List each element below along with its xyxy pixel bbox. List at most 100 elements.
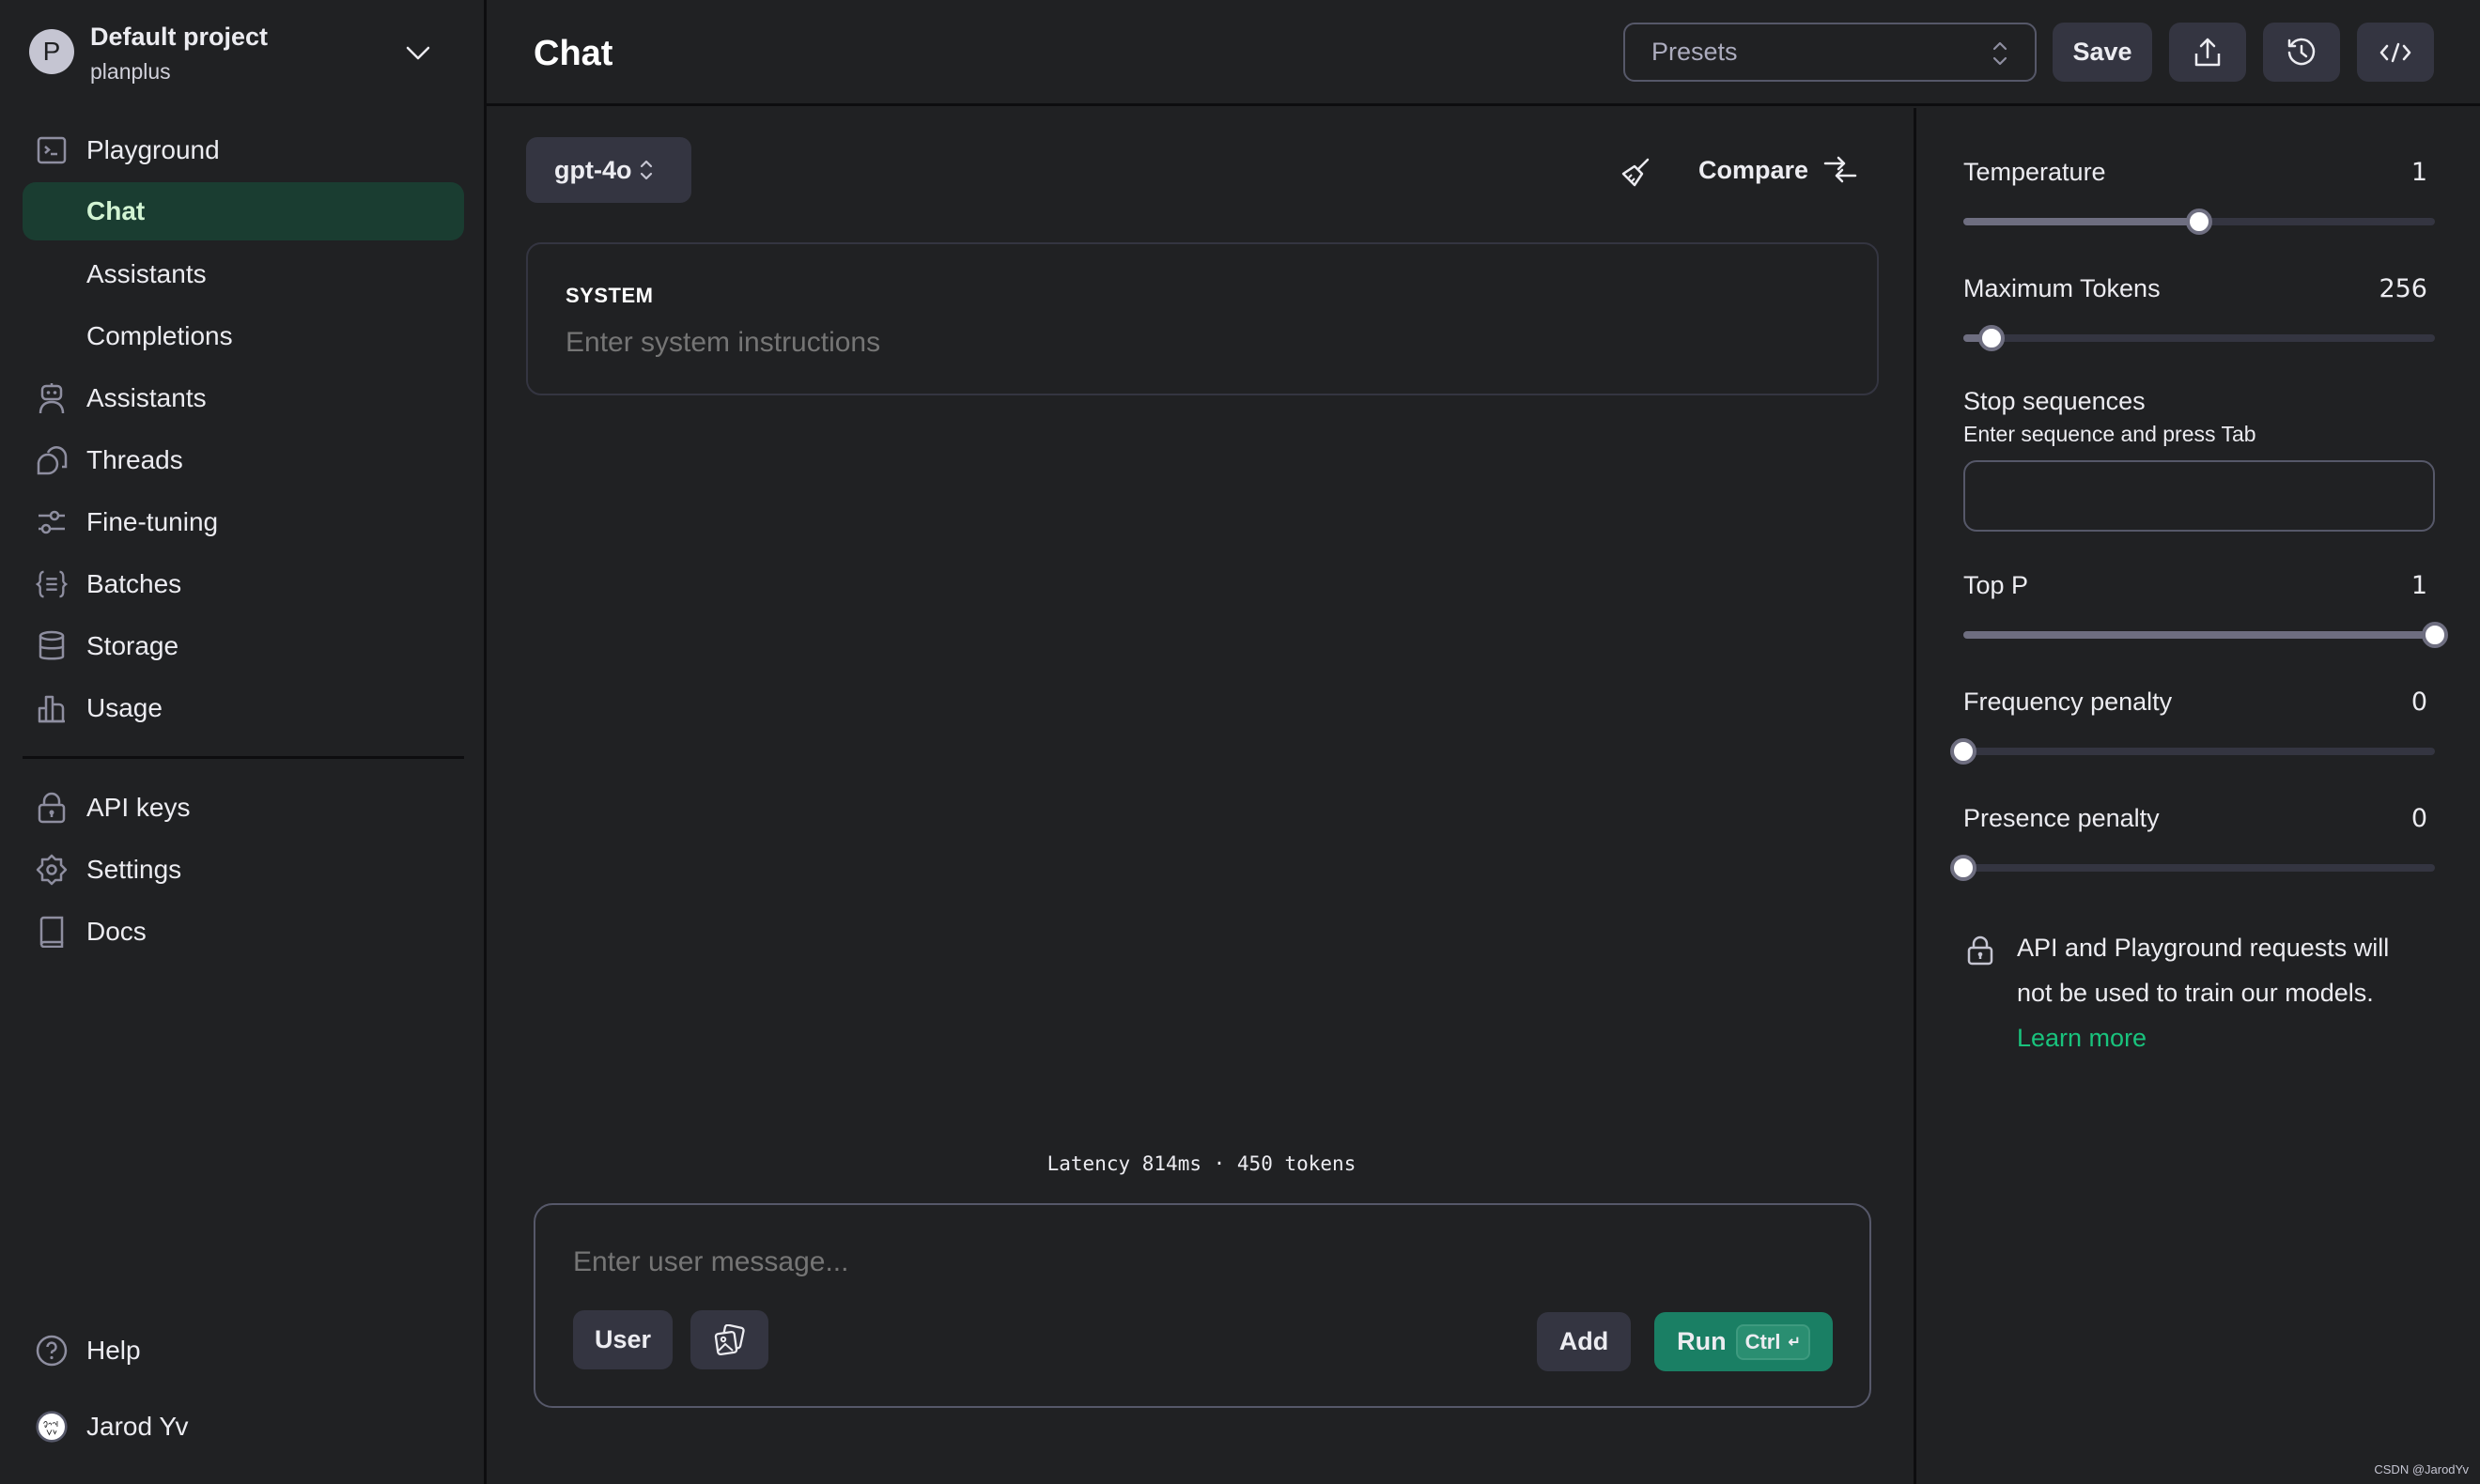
- sidebar-item-label: Completions: [86, 321, 233, 350]
- history-button[interactable]: [2263, 23, 2340, 82]
- watermark: CSDN @JarodYv: [2374, 1462, 2469, 1476]
- updown-chevron-icon: [641, 160, 653, 180]
- lock-icon: [36, 792, 68, 824]
- book-icon: [36, 916, 68, 948]
- privacy-notice-text: API and Playground requests will not be …: [2017, 934, 2390, 1007]
- chat-bubbles-icon: [36, 444, 68, 476]
- sidebar-divider: [23, 756, 464, 759]
- stop-sequences-input[interactable]: [1963, 460, 2435, 532]
- top-p-slider[interactable]: [1963, 622, 2448, 648]
- history-icon: [2287, 38, 2316, 65]
- stop-sequences-label: Stop sequences: [1963, 387, 2146, 415]
- slider-thumb[interactable]: [1950, 855, 1976, 881]
- temperature-label: Temperature: [1963, 158, 2106, 186]
- sidebar-item-assistants[interactable]: Assistants: [23, 369, 464, 427]
- sidebar-item-help[interactable]: Help: [23, 1322, 464, 1380]
- max-tokens-value[interactable]: 256: [2379, 274, 2427, 303]
- page-title: Chat: [534, 34, 613, 73]
- enter-key-icon: ↵: [1788, 1334, 1801, 1351]
- bar-chart-icon: [36, 692, 68, 724]
- view-code-button[interactable]: [2357, 23, 2434, 82]
- sidebar-item-settings[interactable]: Settings: [23, 841, 464, 899]
- robot-icon: [36, 382, 68, 414]
- terminal-icon: [36, 134, 68, 166]
- sidebar-item-label: Settings: [86, 855, 182, 884]
- stop-sequences-hint: Enter sequence and press Tab: [1963, 422, 2256, 446]
- project-name[interactable]: Default project: [90, 23, 268, 52]
- presence-penalty-label: Presence penalty: [1963, 804, 2160, 832]
- attach-image-button[interactable]: [690, 1310, 768, 1369]
- code-icon: [2379, 42, 2411, 62]
- slider-thumb[interactable]: [1950, 738, 1976, 765]
- lock-icon: [1967, 935, 1993, 966]
- run-label: Run: [1677, 1327, 1727, 1355]
- role-toggle-button[interactable]: User: [573, 1310, 673, 1369]
- presence-penalty-value[interactable]: 0: [2411, 804, 2427, 833]
- frequency-penalty-label: Frequency penalty: [1963, 688, 2173, 716]
- database-icon: [36, 630, 68, 662]
- sidebar-item-chat[interactable]: Chat: [23, 182, 464, 240]
- sidebar-item-label: Threads: [86, 445, 183, 474]
- project-org: planplus: [90, 59, 171, 84]
- sidebar-item-threads[interactable]: Threads: [23, 431, 464, 489]
- sidebar-item-fine-tuning[interactable]: Fine-tuning: [23, 493, 464, 551]
- sidebar-item-label: Fine-tuning: [86, 507, 219, 536]
- sidebar-item-label: Usage: [86, 693, 163, 722]
- slider-thumb[interactable]: [2186, 209, 2212, 235]
- sidebar-item-playground[interactable]: Playground: [23, 121, 464, 179]
- user-avatar: [36, 1411, 68, 1443]
- help-icon: [36, 1335, 68, 1367]
- sidebar-item-assistants-sub[interactable]: Assistants: [23, 245, 464, 303]
- system-instructions-input[interactable]: [566, 327, 1824, 359]
- slider-thumb[interactable]: [1978, 325, 2006, 351]
- save-button[interactable]: Save: [2053, 23, 2152, 82]
- sidebar-item-label: Storage: [86, 631, 179, 660]
- latency-readout: Latency 814ms · 450 tokens: [1046, 1152, 1356, 1175]
- temperature-value[interactable]: 1: [2411, 158, 2427, 187]
- frequency-penalty-slider[interactable]: [1950, 738, 2435, 765]
- slider-thumb[interactable]: [2422, 622, 2448, 648]
- share-button[interactable]: [2169, 23, 2246, 82]
- sidebar-item-label: API keys: [86, 793, 191, 822]
- model-name: gpt-4o: [554, 155, 632, 184]
- sidebar-item-label: Docs: [86, 917, 147, 946]
- upload-icon: [2194, 38, 2221, 66]
- header: Chat Presets Save: [487, 0, 2480, 106]
- chat-panel: gpt-4o Compare SYSTEM Latency 814ms · 45…: [487, 108, 1916, 1484]
- sliders-icon: [36, 506, 68, 538]
- image-icon: [714, 1323, 745, 1355]
- sidebar-item-usage[interactable]: Usage: [23, 679, 464, 737]
- sidebar-item-label: Chat: [86, 196, 146, 225]
- broom-icon[interactable]: [1620, 157, 1651, 189]
- presets-placeholder: Presets: [1651, 38, 1738, 66]
- sidebar-item-completions[interactable]: Completions: [23, 307, 464, 365]
- user-name: Jarod Yv: [86, 1412, 189, 1441]
- max-tokens-slider[interactable]: [1963, 325, 2435, 351]
- sidebar-item-docs[interactable]: Docs: [23, 903, 464, 961]
- gear-icon: [36, 854, 68, 886]
- model-select[interactable]: gpt-4o: [526, 137, 691, 203]
- updown-chevron-icon: [1992, 41, 2007, 66]
- compare-button[interactable]: Compare: [1698, 155, 1857, 185]
- presets-select[interactable]: Presets: [1623, 23, 2037, 82]
- sidebar-item-label: Assistants: [86, 259, 207, 288]
- max-tokens-label: Maximum Tokens: [1963, 274, 2161, 302]
- add-message-button[interactable]: Add: [1537, 1312, 1631, 1371]
- user-message-input[interactable]: [573, 1246, 1794, 1278]
- chevron-down-icon[interactable]: [404, 41, 432, 64]
- run-button[interactable]: Run Ctrl ↵: [1654, 1312, 1833, 1371]
- parameters-panel: Temperature 1 Maximum Tokens 256 Stop se…: [1919, 108, 2480, 1484]
- frequency-penalty-value[interactable]: 0: [2411, 688, 2427, 717]
- project-avatar[interactable]: P: [29, 29, 74, 74]
- temperature-slider[interactable]: [1963, 209, 2435, 235]
- sidebar-item-batches[interactable]: Batches: [23, 555, 464, 613]
- top-p-value[interactable]: 1: [2411, 571, 2427, 600]
- learn-more-link[interactable]: Learn more: [2017, 1024, 2147, 1052]
- sidebar-item-api-keys[interactable]: API keys: [23, 779, 464, 837]
- user-menu[interactable]: Jarod Yv: [23, 1398, 464, 1456]
- presence-penalty-slider[interactable]: [1950, 855, 2435, 881]
- shortcut-key: Ctrl: [1744, 1329, 1781, 1353]
- sidebar-item-storage[interactable]: Storage: [23, 617, 464, 675]
- compare-arrows-icon: [1823, 156, 1857, 183]
- compare-label: Compare: [1698, 155, 1809, 184]
